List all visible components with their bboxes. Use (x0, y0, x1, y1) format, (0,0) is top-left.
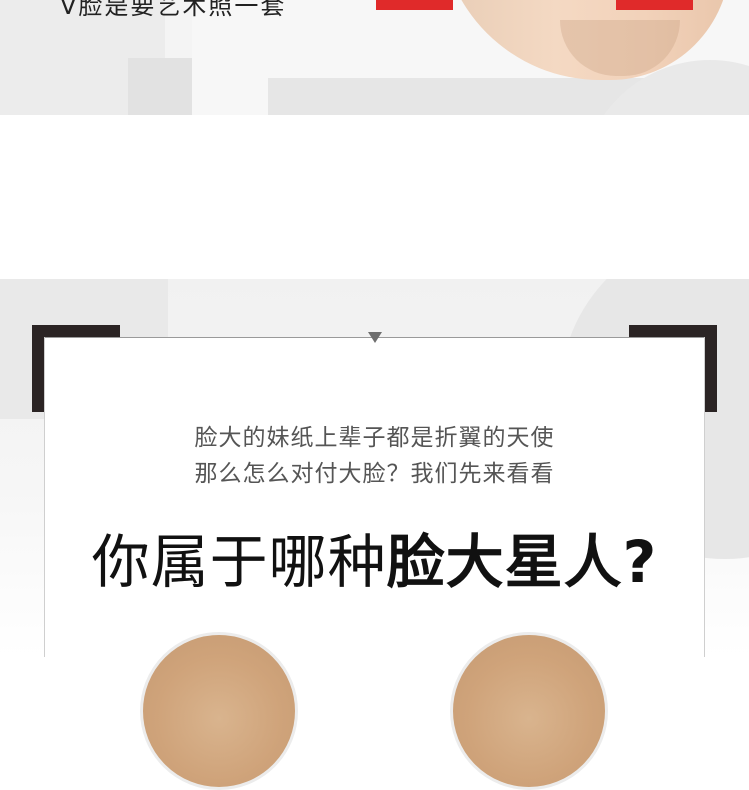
face-photo-left (140, 632, 298, 790)
triangle-down-icon (368, 332, 382, 343)
banner-bg-square (128, 58, 192, 115)
intro-line-2: 那么怎么对付大脸？我们先来看看 (194, 461, 555, 487)
banner-red-tab-left (376, 0, 453, 10)
headline: 你属于哪种脸大星人? (0, 515, 749, 599)
corner-bracket-tl-vertical (32, 325, 44, 412)
face-photo-right (450, 632, 608, 790)
intro-line-1: 脸大的妹纸上辈子都是折翼的天使 (194, 425, 555, 451)
panel-left-border (44, 337, 45, 657)
corner-bracket-tl-horizontal (32, 325, 120, 337)
corner-bracket-tr-vertical (705, 325, 717, 412)
content-panel (44, 337, 705, 657)
top-banner: V脸是要艺术照一套 (0, 0, 749, 115)
corner-bracket-tr-horizontal (629, 325, 717, 337)
headline-bold: 脸大星人? (386, 528, 658, 596)
banner-title: V脸是要艺术照一套 (60, 0, 287, 20)
banner-red-tab-right (616, 0, 693, 10)
headline-light: 你属于哪种 (91, 528, 387, 596)
